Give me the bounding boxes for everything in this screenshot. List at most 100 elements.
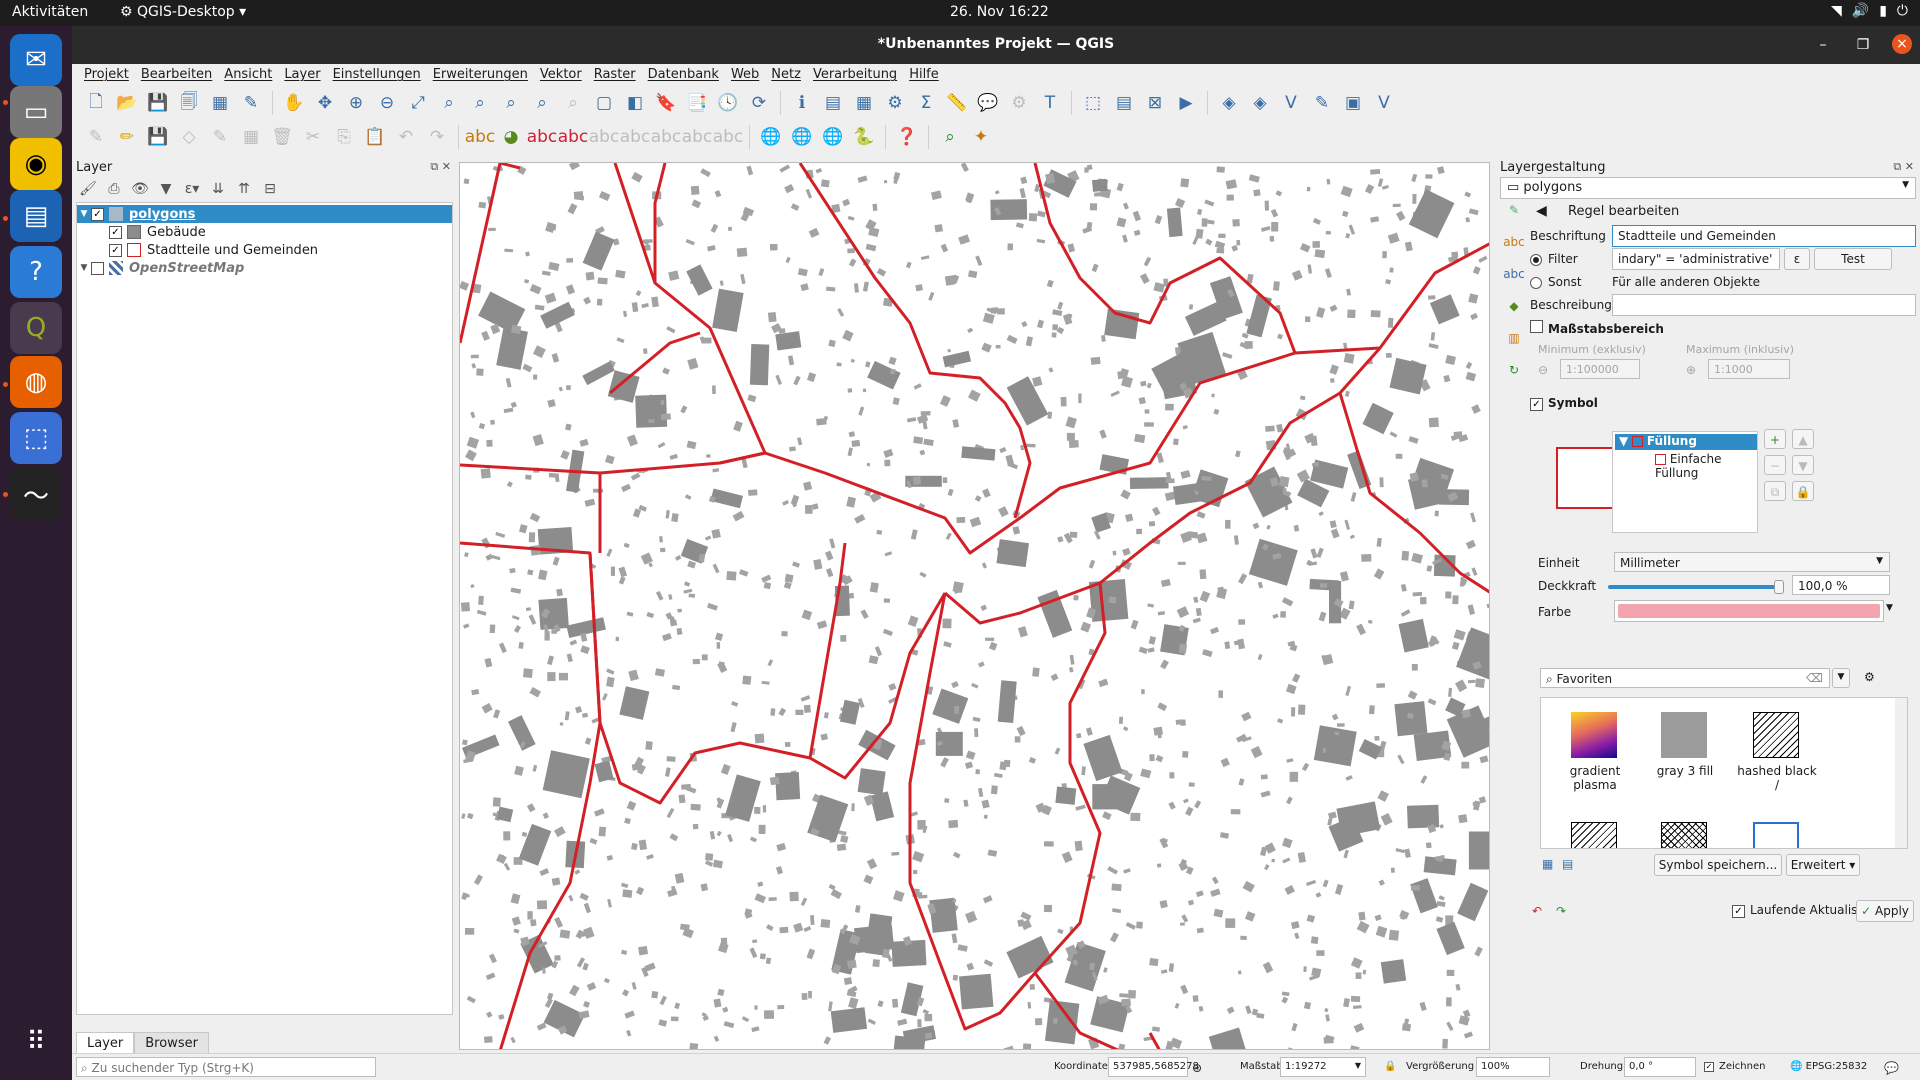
diagram-icon[interactable]: ◕ — [497, 123, 525, 151]
unit-select[interactable]: Millimeter ▼ — [1614, 552, 1890, 572]
opacity-slider-handle[interactable] — [1774, 580, 1784, 594]
identify-icon[interactable]: ℹ — [788, 89, 816, 117]
save-edits-icon[interactable]: 💾 — [144, 123, 172, 151]
crs-button[interactable]: 🌐 EPSG:25832 — [1790, 1061, 1867, 1072]
history-tab-icon[interactable]: ▥ — [1502, 331, 1526, 355]
add-feature-icon[interactable]: ◇ — [175, 123, 203, 151]
zoom-layer-icon[interactable]: ⌕ — [466, 89, 494, 117]
pin-labels-icon[interactable]: abc — [527, 123, 558, 151]
back-arrow-icon[interactable]: ◀ — [1536, 203, 1547, 219]
deselect-icon[interactable]: ⊠ — [1141, 89, 1169, 117]
apply-button[interactable]: ✓ Apply — [1856, 900, 1914, 922]
chevron-down-icon[interactable]: ▼ — [1886, 603, 1893, 613]
menu-bearbeiten[interactable]: Bearbeiten — [135, 64, 218, 86]
expand-all-icon[interactable]: ⇊ — [206, 177, 230, 201]
panel-close-icon[interactable]: ⧉ ✕ — [430, 160, 451, 174]
manage-themes-icon[interactable]: 👁 — [128, 177, 152, 201]
measure-icon[interactable]: 📏 — [943, 89, 971, 117]
wms-icon[interactable]: 🌐 — [788, 123, 816, 151]
filter-legend-icon[interactable]: ▼ — [154, 177, 178, 201]
firefox-icon[interactable]: ◍ — [10, 356, 62, 408]
statistics-icon[interactable]: Σ — [912, 89, 940, 117]
clear-icon[interactable]: ⌫ — [1806, 671, 1823, 685]
hashed-black-thumb[interactable] — [1753, 712, 1799, 758]
app-menu[interactable]: ⚙ QGIS-Desktop ▾ — [120, 4, 246, 20]
new-3d-view-icon[interactable]: ◧ — [621, 89, 649, 117]
layer-row-openstreetmap[interactable]: ▼ OpenStreetMap — [77, 259, 452, 277]
label-props-icon[interactable]: abc — [713, 123, 744, 151]
vertex-tool-icon[interactable]: ✎ — [206, 123, 234, 151]
select-by-value-icon[interactable]: ▤ — [1110, 89, 1138, 117]
filter-expression-icon[interactable]: ε▾ — [180, 177, 204, 201]
save-symbol-button[interactable]: Symbol speichern... — [1654, 854, 1782, 876]
print-layout-icon[interactable]: 🗐 — [175, 89, 203, 117]
symbol-tree-fill[interactable]: ▼ Füllung — [1615, 434, 1757, 450]
annotation-icon[interactable]: ⚙ — [1005, 89, 1033, 117]
render-checkbox[interactable]: ✓ Zeichnen — [1704, 1061, 1765, 1072]
digitize-icon[interactable]: ✎ — [82, 123, 110, 151]
remove-symbol-layer-button[interactable]: − — [1764, 455, 1786, 475]
text-annotation-icon[interactable]: T — [1036, 89, 1064, 117]
layer-row-polygons[interactable]: ▼ ✓ polygons — [77, 205, 452, 223]
lock-button[interactable]: 🔒 — [1792, 481, 1814, 501]
layer-checkbox[interactable]: ✓ — [91, 207, 104, 221]
open-project-icon[interactable]: 📂 — [113, 89, 141, 117]
description-input[interactable] — [1612, 294, 1916, 316]
open-styling-icon[interactable]: 🖌 — [76, 177, 100, 201]
panel-close-icon[interactable]: ⧉ ✕ — [1893, 160, 1914, 174]
duplicate-button[interactable]: ⧉ — [1764, 481, 1786, 501]
activities-button[interactable]: Aktivitäten — [12, 4, 88, 20]
bookmark-icon[interactable]: 🔖 — [652, 89, 680, 117]
layer-checkbox[interactable] — [91, 261, 104, 275]
select-features-icon[interactable]: ⬚ — [1079, 89, 1107, 117]
expand-arrow-icon[interactable]: ▼ — [77, 263, 91, 273]
menu-vektor[interactable]: Vektor — [534, 64, 588, 86]
zoom-full-icon[interactable]: ⤢ — [404, 89, 432, 117]
map-tips-icon[interactable]: 💬 — [974, 89, 1002, 117]
rhythmbox-icon[interactable]: ◉ — [10, 138, 62, 190]
collapse-arrow-icon[interactable]: ▼ — [77, 209, 91, 219]
masks-tab-icon[interactable]: abc — [1502, 267, 1526, 291]
thunderbird-icon[interactable]: ✉ — [10, 34, 62, 86]
label-tool-icon[interactable]: abc — [465, 123, 496, 151]
writer-icon[interactable]: ▤ — [10, 190, 62, 242]
paste-icon[interactable]: 📋 — [361, 123, 389, 151]
opacity-slider[interactable] — [1608, 580, 1784, 594]
max-scale-input[interactable]: 1:1000 — [1708, 359, 1790, 379]
redo-icon[interactable]: ↷ — [1556, 904, 1566, 918]
new-spatialite-icon[interactable]: V — [1277, 89, 1305, 117]
menu-erweiterungen[interactable]: Erweiterungen — [427, 64, 534, 86]
gradient-plasma-thumb[interactable] — [1571, 712, 1617, 758]
extents-toggle-icon[interactable]: ⊛ — [1192, 1061, 1202, 1075]
toggle-edit-icon[interactable]: ✏ — [113, 123, 141, 151]
test-button[interactable]: Test — [1814, 248, 1892, 270]
symbol-tree-simple-fill[interactable]: Einfache Füllung — [1655, 452, 1757, 480]
expression-builder-button[interactable]: ε — [1784, 248, 1810, 270]
min-scale-input[interactable]: 1:100000 — [1560, 359, 1640, 379]
rotate-label-icon[interactable]: abc — [620, 123, 651, 151]
3d-view-tab-icon[interactable]: ◆ — [1502, 299, 1526, 323]
tab-layer[interactable]: Layer — [76, 1032, 135, 1055]
menu-ansicht[interactable]: Ansicht — [218, 64, 278, 86]
zoom-next-icon[interactable]: ⌕ — [559, 89, 587, 117]
temporal-icon[interactable]: 🕓 — [714, 89, 742, 117]
remove-layer-icon[interactable]: ⊟ — [258, 177, 282, 201]
layer-row-gebaeude[interactable]: ✓ Gebäude — [77, 223, 452, 241]
new-geopackage-icon[interactable]: ◈ — [1215, 89, 1243, 117]
add-group-icon[interactable]: ⎙ — [102, 177, 126, 201]
favorites-scrollbar[interactable] — [1895, 698, 1907, 848]
redo-icon[interactable]: ↷ — [423, 123, 451, 151]
data-source-manager-icon[interactable]: V — [1370, 89, 1398, 117]
save-project-icon[interactable]: 💾 — [144, 89, 172, 117]
zoom-last-icon[interactable]: ⌕ — [528, 89, 556, 117]
undo-icon[interactable]: ↶ — [1532, 904, 1542, 918]
tab-browser[interactable]: Browser — [134, 1032, 209, 1055]
new-project-icon[interactable]: 🗋 — [82, 89, 110, 117]
cut-icon[interactable]: ✂ — [299, 123, 327, 151]
filter-expression-input[interactable]: indary" = 'administrative' — [1612, 248, 1780, 270]
new-shapefile-icon[interactable]: ◈ — [1246, 89, 1274, 117]
clock[interactable]: 26. Nov 16:22 — [950, 4, 1049, 20]
layout-manager-icon[interactable]: ▦ — [206, 89, 234, 117]
symbol-search-input[interactable]: ⌕ Favoriten ⌫ — [1540, 668, 1830, 688]
menu-raster[interactable]: Raster — [588, 64, 642, 86]
